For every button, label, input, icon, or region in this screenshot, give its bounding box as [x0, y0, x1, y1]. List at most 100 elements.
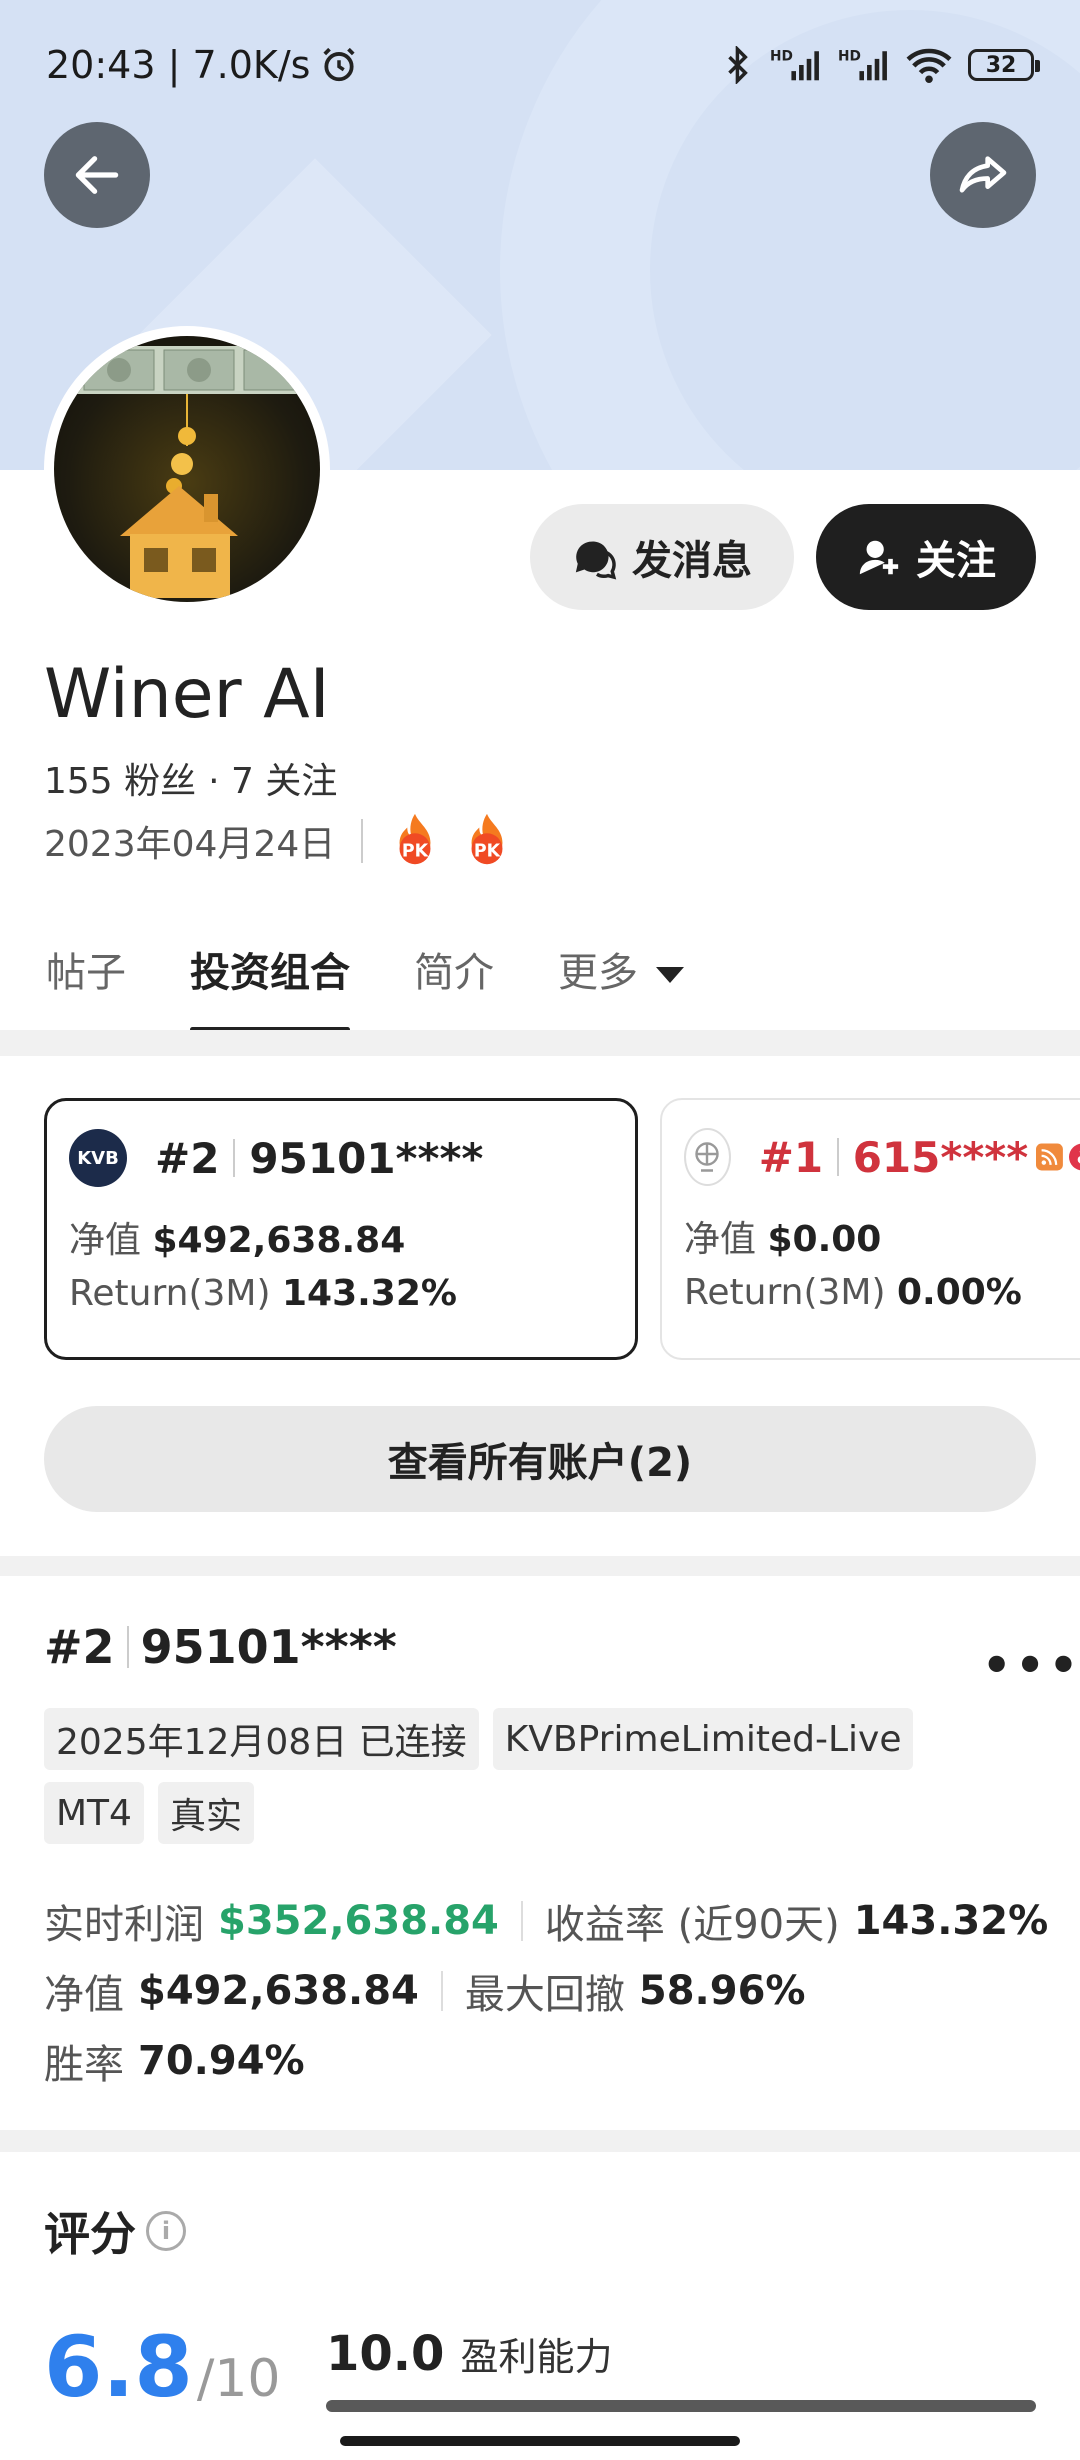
signal-hd-icon: HD: [770, 48, 819, 81]
equity-value: $492,638.84: [152, 1220, 406, 1261]
followers-count[interactable]: 155 粉丝: [44, 752, 196, 804]
section-divider: [0, 1556, 1080, 1576]
equity-label: 净值: [684, 1219, 757, 1260]
score-title: 评分: [44, 2207, 136, 2261]
profile-tabs: 帖子 投资组合 简介 更多: [0, 930, 1080, 1032]
equity-line: 净值 $492,638.84: [69, 1211, 613, 1263]
divider: [126, 1626, 129, 1668]
pk-badge-icon[interactable]: PK: [461, 812, 513, 870]
score-progress-bar: [326, 2400, 1036, 2412]
pk-badge-icon[interactable]: PK: [389, 812, 441, 870]
score-item: 10.0 盈利能力: [326, 2326, 612, 2382]
equity-label: 净值: [69, 1220, 142, 1261]
winrate-value: 70.94%: [138, 2038, 305, 2084]
signal-hd-icon: HD: [838, 48, 887, 81]
home-indicator[interactable]: [340, 2436, 740, 2446]
score-value: 6.8: [44, 2318, 193, 2416]
follow-button[interactable]: 关注: [816, 504, 1036, 610]
account-rank: #1: [758, 1132, 824, 1182]
back-button[interactable]: [44, 122, 150, 228]
status-time: 20:43 | 7.0K/s: [46, 43, 311, 87]
broker-logo-text: KVB: [77, 1147, 119, 1169]
add-user-icon: [859, 540, 899, 575]
metrics-row: 胜率 70.94%: [44, 2032, 305, 2090]
tab-label: 简介: [414, 950, 494, 996]
account-number: 615****: [852, 1132, 1029, 1182]
winrate-label: 胜率: [44, 2042, 124, 2088]
return-label: Return(3M): [69, 1273, 271, 1314]
section-divider: [0, 2130, 1080, 2152]
tab-label: 投资组合: [190, 950, 350, 996]
view-all-accounts-button[interactable]: 查看所有账户(2): [44, 1406, 1036, 1512]
avatar[interactable]: [44, 326, 330, 612]
tab-intro[interactable]: 简介: [414, 930, 494, 1030]
divider: [837, 1138, 839, 1176]
return-value: 143.32%: [853, 1898, 1049, 1944]
join-date: 2023年04月24日: [44, 824, 336, 865]
equity-value: $492,638.84: [138, 1968, 419, 2014]
account-card[interactable]: KVB #2 95101**** 净值 $492,638.84 Return(3…: [44, 1098, 638, 1360]
profile-name: Winer AI: [44, 655, 330, 734]
rss-icon: [1036, 1143, 1064, 1171]
equity-value: $0.00: [767, 1219, 882, 1260]
tab-posts[interactable]: 帖子: [46, 930, 126, 1030]
bluetooth-icon: [728, 46, 748, 84]
overall-score: 6.8 /10: [44, 2318, 281, 2416]
globe-icon: [684, 1128, 731, 1186]
pk-badge-text: PK: [474, 841, 501, 861]
send-message-button[interactable]: 发消息: [530, 504, 794, 610]
follow-stats: 155 粉丝 · 7 关注: [44, 752, 337, 804]
tag-server: KVBPrimeLimited-Live: [492, 1708, 914, 1770]
metrics-row: 净值 $492,638.84 最大回撤 58.96%: [44, 1962, 806, 2020]
divider: [440, 1971, 443, 2011]
tab-label: 更多: [558, 950, 638, 996]
more-options-icon[interactable]: •••: [982, 1638, 1080, 1692]
account-tags: MT4 真实: [44, 1782, 1044, 1844]
tab-portfolio[interactable]: 投资组合: [190, 930, 350, 1032]
account-number: 95101****: [249, 1133, 484, 1183]
score-max: /10: [196, 2349, 281, 2409]
return-line: Return(3M) 0.00%: [684, 1272, 1080, 1313]
tab-more[interactable]: 更多: [558, 930, 684, 1030]
follow-label: 关注: [916, 538, 996, 584]
divider: [233, 1139, 236, 1177]
tab-label: 帖子: [46, 950, 126, 996]
return-value: 143.32%: [281, 1273, 457, 1314]
link-icon: [1069, 1143, 1080, 1171]
equity-line: 净值 $0.00: [684, 1210, 1080, 1262]
account-detail-title: #2 95101****: [44, 1620, 397, 1674]
account-card[interactable]: #1 615**** 净值 $0.00 Return(3M) 0.00%: [660, 1098, 1080, 1360]
drawdown-label: 最大回撤: [464, 1972, 625, 2018]
section-divider: [0, 1030, 1080, 1056]
svg-text:HD: HD: [838, 48, 861, 64]
alarm-icon: [323, 47, 356, 82]
score-progress-fill: [326, 2400, 1036, 2412]
equity-label: 净值: [44, 1972, 124, 2018]
following-count[interactable]: · 7 关注: [208, 752, 337, 804]
tag-connected-date: 2025年12月08日 已连接: [44, 1708, 479, 1770]
return-line: Return(3M) 143.32%: [69, 1273, 613, 1314]
status-bar: 20:43 | 7.0K/s HD HD 32: [0, 0, 1080, 130]
arrow-left-icon: [75, 156, 119, 194]
svg-text:HD: HD: [770, 48, 793, 64]
score-section-title: 评分 i: [44, 2198, 186, 2264]
score-item-value: 10.0: [326, 2326, 445, 2382]
pk-badge-text: PK: [402, 841, 429, 861]
info-icon[interactable]: i: [146, 2211, 186, 2251]
tag-platform: MT4: [44, 1782, 144, 1844]
share-button[interactable]: [930, 122, 1036, 228]
detail-account: 95101****: [140, 1620, 397, 1674]
tag-account-type: 真实: [157, 1782, 254, 1844]
profile-page: 20:43 | 7.0K/s HD HD 32 发消息 关注 Winer AI …: [0, 0, 1080, 2460]
profit-label: 实时利润: [44, 1902, 204, 1948]
drawdown-value: 58.96%: [638, 1968, 806, 2014]
share-icon: [959, 156, 1007, 193]
battery-icon: 32: [968, 49, 1040, 81]
detail-rank: #2: [44, 1620, 115, 1674]
return-label: Return(3M): [684, 1272, 886, 1313]
divider: [520, 1901, 523, 1941]
score-item-label: 盈利能力: [460, 2335, 613, 2379]
account-rank: #2: [155, 1133, 220, 1183]
send-message-label: 发消息: [632, 538, 752, 584]
join-info: 2023年04月24日 PK PK: [44, 812, 533, 870]
